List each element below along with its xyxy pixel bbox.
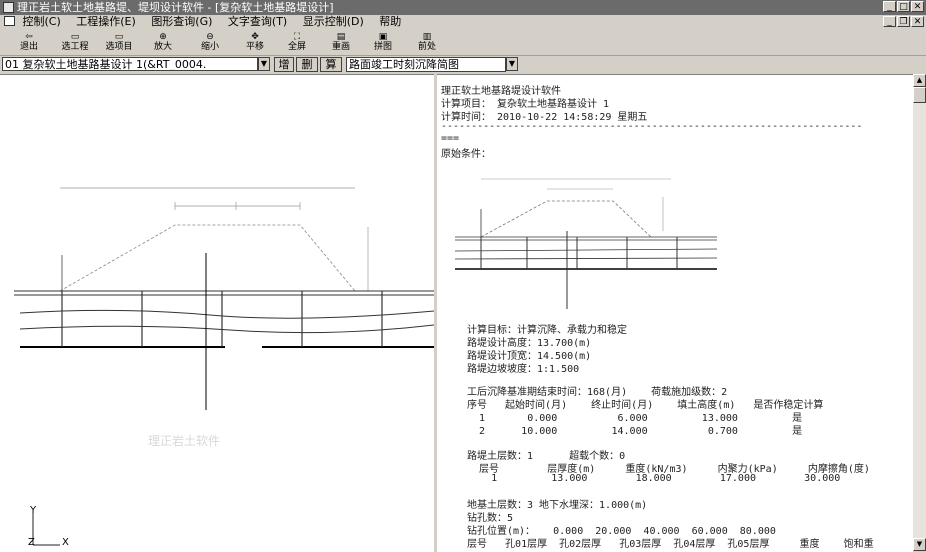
scroll-up-icon[interactable]: ▲ (913, 74, 926, 87)
select-project-button[interactable]: ▭ 选工程 (56, 32, 94, 54)
document-icon[interactable] (4, 16, 15, 26)
report-line: === (441, 133, 460, 144)
report-line: 原始条件： (441, 149, 491, 160)
exit-button[interactable]: ⇦ 退出 (14, 32, 44, 54)
folder-icon: ▭ (70, 32, 80, 42)
menu-text-query[interactable]: 文字查询(T) (228, 15, 287, 29)
exit-icon: ⇦ (25, 32, 33, 42)
fullscreen-icon: ⛶ (293, 32, 301, 42)
report-line: 1 13.000 18.000 17.000 30.000 (467, 473, 841, 484)
pan-button[interactable]: ✥ 平移 (242, 32, 268, 54)
menu-help[interactable]: 帮助 (379, 15, 401, 29)
report-line: 2 10.000 14.000 0.700 是 (467, 426, 803, 437)
report-section-figure (454, 178, 717, 309)
window-title: 理正岩土软土地基路堤、堤坝设计软件 - [复杂软土地基路堤设计] (17, 1, 334, 14)
menu-project[interactable]: 工程操作(E) (76, 15, 136, 29)
puzzle-icon: ▣ (378, 32, 388, 42)
drawing-view[interactable]: 理正岩土软件 Y X Z (0, 74, 434, 552)
maximize-button[interactable]: □ (897, 1, 910, 12)
app-icon (3, 2, 14, 13)
preprocess-button[interactable]: ▥ 前处 (414, 32, 440, 54)
calculate-button[interactable]: 算 (320, 57, 342, 72)
project-select[interactable]: 01 复杂软土地基路基设计 1(&RT_0004. (2, 57, 258, 71)
chevron-down-icon[interactable]: ▼ (506, 57, 518, 71)
fullscreen-button[interactable]: ⛶ 全屏 (284, 32, 310, 54)
zoom-in-button[interactable]: ⊕ 放大 (150, 32, 176, 54)
pan-icon: ✥ (251, 32, 259, 42)
zoom-out-icon: ⊖ (206, 32, 214, 42)
axis-x-label: X (62, 537, 69, 548)
axis-y-label: Y (30, 505, 37, 516)
menu-control[interactable]: 控制(C) (23, 15, 61, 29)
report-scrollbar[interactable]: ▲ ▼ (913, 74, 926, 551)
watermark: 理正岩土软件 (148, 434, 221, 448)
scroll-down-icon[interactable]: ▼ (913, 538, 926, 551)
redraw-button[interactable]: ▤ 重画 (328, 32, 354, 54)
close-button[interactable]: ✕ (911, 1, 924, 12)
chevron-down-icon[interactable]: ▼ (258, 57, 270, 71)
delete-button[interactable]: 删 (296, 57, 318, 72)
axis-z-label: Z (28, 537, 35, 548)
menu-bar: 控制(C) 工程操作(E) 图形查询(G) 文字查询(T) 显示控制(D) 帮助… (0, 15, 926, 29)
cross-section-drawing (14, 187, 434, 546)
menu-display[interactable]: 显示控制(D) (303, 15, 364, 29)
add-button[interactable]: 增 (274, 57, 294, 72)
child-close-button[interactable]: ✕ (911, 16, 924, 27)
toolbar: ⇦ 退出 ▭ 选工程 ▭ 选项目 ⊕ 放大 ⊖ 缩小 ✥ 平移 ⛶ 全屏 ▤ 重画 ▣ 拼图 ▥ 前… (0, 31, 926, 56)
title-bar: 理正岩土软土地基路堤、堤坝设计软件 - [复杂软土地基路堤设计] _ □ ✕ (0, 0, 926, 15)
redraw-icon: ▤ (336, 32, 346, 42)
report-line: 路堤边坡坡度：1:1.500 (467, 364, 580, 375)
report-line: ----------------------------------------… (441, 121, 863, 132)
zoom-in-icon: ⊕ (159, 32, 167, 42)
menu-graphic-query[interactable]: 图形查询(G) (151, 15, 212, 29)
report-line: 层号 孔01层厚 孔02层厚 孔03层厚 孔04层厚 孔05层厚 重度 饱和重 (467, 539, 874, 550)
zoom-out-button[interactable]: ⊖ 缩小 (197, 32, 223, 54)
scroll-thumb[interactable] (913, 87, 926, 103)
selector-bar: 01 复杂软土地基路基设计 1(&RT_0004. ▼ 增 删 算 路面竣工时刻… (0, 56, 926, 73)
folder-icon: ▭ (114, 32, 124, 42)
report-view[interactable]: 理正软土地基路堤设计软件 计算项目： 复杂软土地基路基设计 1 计算时间： 20… (437, 74, 913, 552)
minimize-button[interactable]: _ (883, 1, 896, 12)
puzzle-button[interactable]: ▣ 拼图 (370, 32, 396, 54)
preprocess-icon: ▥ (422, 32, 432, 42)
child-minimize-button[interactable]: _ (883, 16, 896, 27)
select-item-button[interactable]: ▭ 选项目 (100, 32, 138, 54)
report-select[interactable]: 路面竣工时刻沉降简图 (346, 57, 506, 72)
child-restore-button[interactable]: ❐ (897, 16, 910, 27)
